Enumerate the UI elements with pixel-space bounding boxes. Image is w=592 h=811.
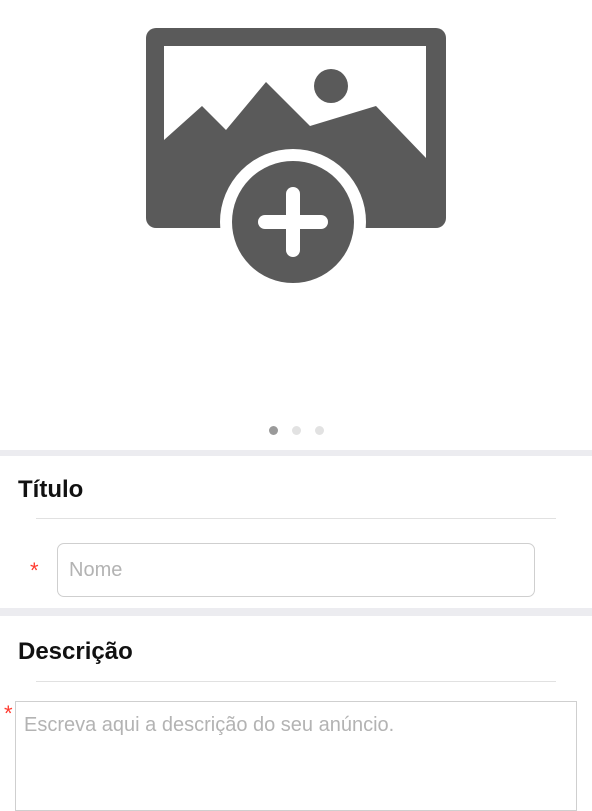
- add-photo-button[interactable]: [140, 22, 452, 288]
- titulo-divider: [36, 518, 556, 519]
- required-indicator: *: [4, 701, 13, 726]
- page-indicator: [0, 426, 592, 435]
- section-separator: [0, 450, 592, 456]
- page-dot[interactable]: [291, 426, 301, 435]
- page-dot[interactable]: [314, 426, 324, 435]
- titulo-heading: Título: [18, 476, 84, 503]
- name-input[interactable]: [57, 543, 535, 597]
- required-indicator: *: [30, 558, 39, 583]
- image-add-icon: [146, 28, 446, 288]
- descricao-divider: [36, 681, 556, 682]
- section-separator: [0, 608, 592, 616]
- descricao-heading: Descrição: [18, 638, 133, 665]
- page-dot[interactable]: [268, 426, 278, 435]
- image-carousel[interactable]: [0, 0, 592, 450]
- description-textarea[interactable]: [15, 701, 577, 811]
